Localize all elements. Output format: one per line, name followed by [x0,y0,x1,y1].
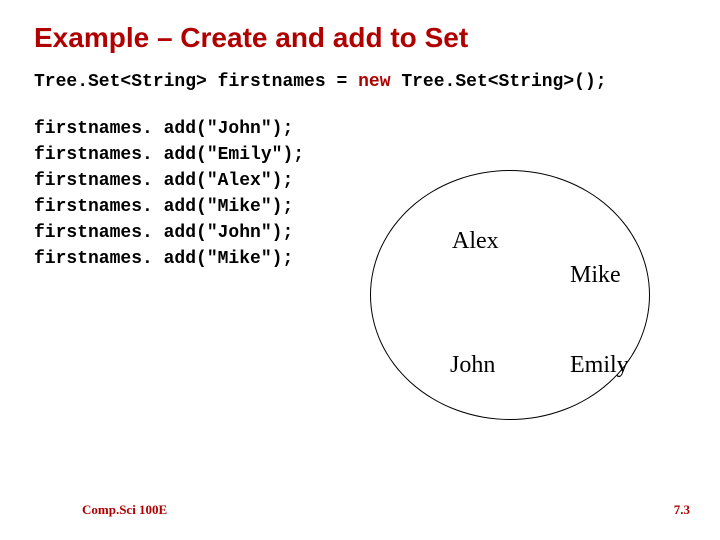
code-declaration: Tree.Set<String> firstnames = new Tree.S… [34,72,690,92]
set-ellipse [370,170,650,420]
set-diagram: Alex Mike John Emily [360,170,660,430]
footer-course: Comp.Sci 100E [82,502,167,518]
decl-eq: = [336,72,347,92]
code-line: firstnames. add("John"); [34,116,690,142]
slide-title: Example – Create and add to Set [34,22,690,54]
set-member-john: John [450,352,495,379]
set-member-emily: Emily [570,352,629,379]
decl-type-right: Tree.Set<String>(); [401,72,606,92]
footer-page: 7.3 [674,502,690,518]
code-line: firstnames. add("Emily"); [34,142,690,168]
keyword-new: new [358,72,390,92]
set-member-mike: Mike [570,262,621,289]
slide: Example – Create and add to Set Tree.Set… [0,0,720,540]
decl-type-left: Tree.Set<String> [34,72,207,92]
decl-var: firstnames [218,72,326,92]
set-member-alex: Alex [452,228,499,255]
